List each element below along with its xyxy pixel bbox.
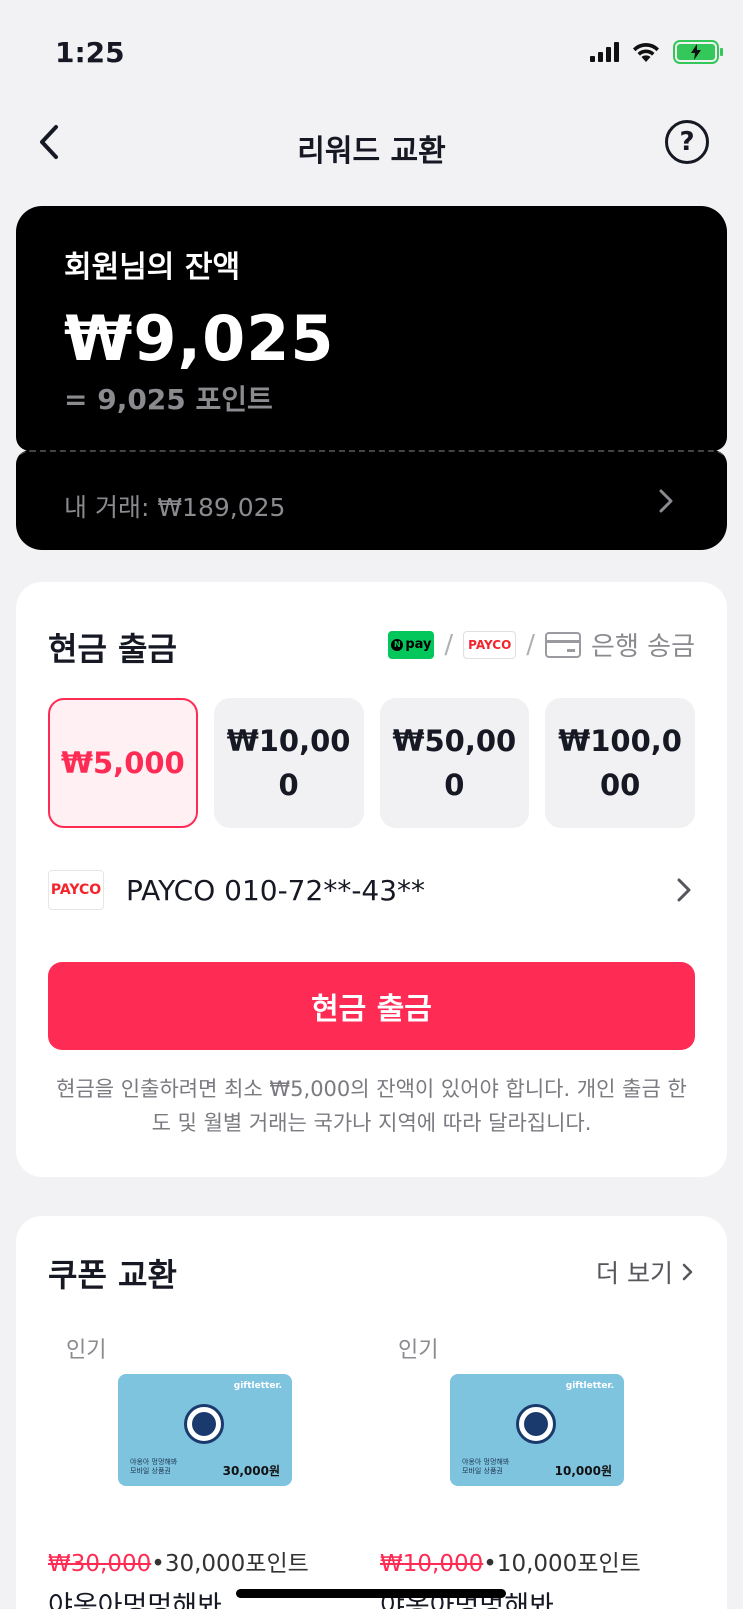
withdrawal-note: 현금을 인출하려면 최소 ₩5,000의 잔액이 있어야 합니다. 개인 출금 … (56, 1077, 687, 1135)
transactions-total: 내 거래: ₩189,025 (64, 493, 286, 522)
help-button[interactable]: ? (665, 120, 709, 164)
original-price: ₩30,000 (48, 1551, 152, 1577)
see-more-link[interactable]: 더 보기 (596, 1254, 695, 1290)
coupon-item[interactable]: 인기 giftletter. 야옹아 멍멍해봐 모바일 상품권 10,000원 ₩… (380, 1332, 680, 1609)
status-time: 1:25 (55, 36, 125, 69)
transactions-row[interactable]: 내 거래: ₩189,025 (16, 450, 727, 550)
cat-dog-seal-icon (184, 1404, 224, 1444)
gift-card-value: 30,000원 (222, 1464, 280, 1478)
points-price: 30,000포인트 (164, 1551, 309, 1577)
coupon-exchange-card: 쿠폰 교환 더 보기 인기 giftletter. 야옹아 멍멍해봐 모바일 상품… (16, 1216, 727, 1609)
cat-dog-seal-icon (516, 1404, 556, 1444)
home-indicator[interactable] (236, 1589, 506, 1598)
coupon-price: ₩10,000•10,000포인트 (380, 1551, 641, 1577)
separator: / (444, 629, 454, 660)
page-title: 리워드 교환 (297, 134, 446, 169)
gift-card-brand: giftletter. (233, 1381, 282, 1391)
chevron-right-icon (659, 489, 673, 513)
cash-withdrawal-card: 현금 출금 Npay / PAYCO / 은행 송금 ₩5,000 ₩10,00… (16, 582, 727, 1177)
bank-transfer-label: 은행 송금 (591, 632, 695, 662)
gift-card-text: 야옹아 멍멍해봐 모바일 상품권 (130, 1458, 178, 1475)
balance-card: 회원님의 잔액 ₩9,025 = 9,025 포인트 (16, 206, 727, 451)
cash-withdraw-button[interactable]: 현금 출금 (48, 962, 695, 1050)
separator: / (526, 629, 536, 660)
popular-badge: 인기 (66, 1338, 107, 1363)
nav-header: 리워드 교환 ? (0, 108, 743, 178)
balance-points: = 9,025 포인트 (64, 383, 273, 416)
coupon-item[interactable]: 인기 giftletter. 야옹아 멍멍해봐 모바일 상품권 30,000원 ₩… (48, 1332, 348, 1609)
payco-account-icon: PAYCO (48, 870, 104, 910)
balance-label: 회원님의 잔액 (64, 250, 241, 285)
payment-methods: Npay / PAYCO / 은행 송금 (388, 626, 695, 663)
coupon-price: ₩30,000•30,000포인트 (48, 1551, 309, 1577)
amount-option-50000[interactable]: ₩50,000 (379, 698, 530, 828)
amount-option-10000[interactable]: ₩10,000 (213, 698, 364, 828)
original-price: ₩10,000 (380, 1551, 484, 1577)
coupon-exchange-title: 쿠폰 교환 (48, 1256, 177, 1294)
see-more-label: 더 보기 (596, 1259, 673, 1288)
gift-card-image: giftletter. 야옹아 멍멍해봐 모바일 상품권 30,000원 (118, 1374, 292, 1486)
cellular-signal-icon (590, 42, 619, 62)
amount-option-100000[interactable]: ₩100,000 (545, 698, 695, 828)
payco-logo: PAYCO (463, 630, 517, 659)
gift-card-text: 야옹아 멍멍해봐 모바일 상품권 (462, 1458, 510, 1475)
payout-account: PAYCO 010-72**-43** (126, 873, 426, 907)
status-icons (590, 40, 723, 64)
points-price: 10,000포인트 (496, 1551, 641, 1577)
status-bar: 1:25 (0, 0, 743, 100)
npay-logo: Npay (388, 630, 435, 659)
popular-badge: 인기 (398, 1338, 439, 1363)
wifi-icon (633, 42, 659, 62)
amount-options: ₩5,000 ₩10,000 ₩50,000 ₩100,000 (48, 698, 695, 828)
payout-account-row[interactable]: PAYCO PAYCO 010-72**-43** (48, 868, 695, 912)
gift-card-brand: giftletter. (565, 1381, 614, 1391)
chevron-right-icon (682, 1263, 693, 1281)
cash-withdrawal-title: 현금 출금 (48, 630, 177, 668)
amount-option-5000[interactable]: ₩5,000 (48, 698, 198, 828)
chevron-right-icon (677, 878, 691, 902)
gift-card-image: giftletter. 야옹아 멍멍해봐 모바일 상품권 10,000원 (450, 1374, 624, 1486)
balance-amount: ₩9,025 (64, 302, 335, 375)
help-icon: ? (679, 127, 695, 157)
battery-charging-icon (673, 40, 723, 64)
bank-card-icon (545, 631, 582, 658)
gift-card-value: 10,000원 (554, 1464, 612, 1478)
